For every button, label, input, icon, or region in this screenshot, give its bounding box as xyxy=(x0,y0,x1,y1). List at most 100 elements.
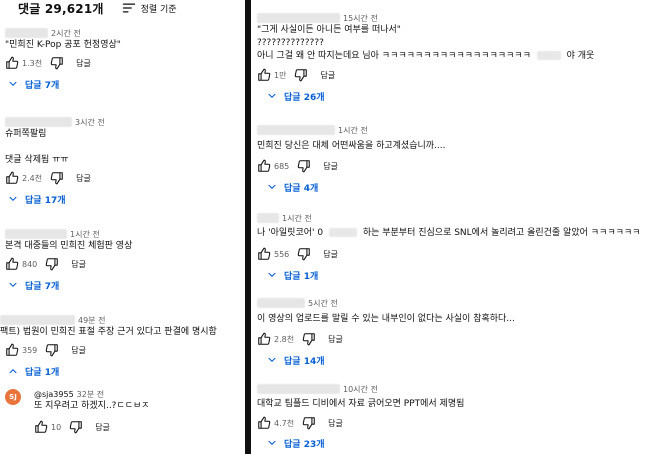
panel-divider xyxy=(245,0,251,454)
replies-count: 답글 23개 xyxy=(284,439,325,450)
comment-count: 댓글 29,621개 xyxy=(18,1,104,16)
author-name-redacted[interactable] xyxy=(5,28,48,38)
comment-item: 10시간 전 대학교 팀플드 디비에서 자료 긁어오면 PPT에서 제명됨 4.… xyxy=(257,383,657,451)
dislike-icon[interactable] xyxy=(50,56,64,70)
chevron-down-icon xyxy=(8,79,18,89)
comment-item: 5시간 전 이 영상의 업로드를 말릴 수 있는 내부인이 없다는 사실이 참혹… xyxy=(257,297,657,368)
view-replies-button[interactable]: 답글 26개 xyxy=(257,88,657,104)
like-icon[interactable] xyxy=(257,68,271,82)
like-count: 359 xyxy=(22,345,38,355)
like-count: 2.4천 xyxy=(22,173,43,183)
like-icon[interactable] xyxy=(5,257,19,271)
view-replies-button[interactable]: 답글 4개 xyxy=(257,179,657,195)
reply-button[interactable]: 답글 xyxy=(320,70,335,81)
comment-time: 3시간 전 xyxy=(75,117,105,127)
hide-replies-button[interactable]: 답글 1개 xyxy=(0,363,244,379)
chevron-down-icon xyxy=(8,280,18,290)
comment-actions: 840 답글 xyxy=(5,255,241,273)
dislike-icon[interactable] xyxy=(45,257,59,271)
comment-item: 15시간 전 "그게 사실이든 아니든 여부를 떠나서" ???????????… xyxy=(257,12,657,104)
comment-meta: @sja3955 32분 전 xyxy=(34,388,244,400)
chevron-down-icon xyxy=(267,438,277,448)
replies-count: 답글 1개 xyxy=(284,271,319,282)
reply-button[interactable]: 답글 xyxy=(71,345,86,356)
like-count: 1만 xyxy=(274,70,287,80)
dislike-icon[interactable] xyxy=(302,416,316,430)
dislike-icon[interactable] xyxy=(50,171,64,185)
author-name-redacted[interactable] xyxy=(257,13,340,23)
reply-button[interactable]: 답글 xyxy=(71,259,86,270)
right-comment-panel: 15시간 전 "그게 사실이든 아니든 여부를 떠나서" ???????????… xyxy=(252,0,658,454)
view-replies-button[interactable]: 답글 23개 xyxy=(257,435,657,451)
comment-actions: 556 답글 xyxy=(257,245,657,263)
author-name-redacted[interactable] xyxy=(257,384,340,394)
comment-time: 2시간 전 xyxy=(51,28,81,38)
comment-actions: 2.8천 답글 xyxy=(257,330,657,348)
like-icon[interactable] xyxy=(257,332,271,346)
comment-text: 이 영상의 업로드를 말릴 수 있는 내부인이 없다는 사실이 참혹하다... xyxy=(257,314,515,324)
reply-button[interactable]: 답글 xyxy=(76,58,91,69)
author-handle[interactable]: @sja3955 xyxy=(34,390,74,399)
like-icon[interactable] xyxy=(34,420,48,434)
redacted-word xyxy=(328,228,357,237)
like-count: 840 xyxy=(22,259,38,269)
comment-item: 2시간 전 "민희진 K-Pop 공포 헌정영상" 1.3천 답글 답글 7개 xyxy=(5,27,241,92)
comment-actions: 685 답글 xyxy=(257,157,657,175)
comment-actions: 359 답글 xyxy=(0,341,244,359)
like-count: 10 xyxy=(51,422,62,432)
view-replies-button[interactable]: 답글 7개 xyxy=(5,277,241,293)
reply-button[interactable]: 답글 xyxy=(328,418,343,429)
avatar[interactable]: SJ xyxy=(5,389,21,405)
comment-meta: 15시간 전 xyxy=(257,12,657,24)
dislike-icon[interactable] xyxy=(294,68,308,82)
comment-text: "그게 사실이든 아니든 여부를 떠나서" xyxy=(257,25,401,35)
chevron-down-icon xyxy=(267,182,277,192)
dislike-icon[interactable] xyxy=(302,332,316,346)
comment-meta: 3시간 전 xyxy=(5,116,241,128)
sort-icon xyxy=(122,3,136,13)
author-name-redacted[interactable] xyxy=(5,229,67,239)
comment-meta: 49분 전 xyxy=(0,314,244,326)
like-count: 556 xyxy=(274,249,290,259)
like-icon[interactable] xyxy=(5,171,19,185)
view-replies-button[interactable]: 답글 7개 xyxy=(5,76,241,92)
reply-button[interactable]: 답글 xyxy=(76,173,91,184)
author-name-redacted[interactable] xyxy=(257,298,305,308)
comment-actions: 1만 답글 xyxy=(257,66,657,84)
comment-text: 아니 그걸 왜 안 따지는데요 님아 ㅋㅋㅋㅋㅋㅋㅋㅋㅋㅋㅋㅋㅋㅋㅋㅋㅋㅋ 야 … xyxy=(257,50,657,63)
author-name-redacted[interactable] xyxy=(0,315,75,325)
comment-text: "민희진 K-Pop 공포 헌정영상" xyxy=(5,40,121,50)
reply-button[interactable]: 답글 xyxy=(95,422,110,433)
chevron-up-icon xyxy=(8,366,18,376)
sort-button[interactable]: 정렬 기준 xyxy=(122,2,177,15)
like-icon[interactable] xyxy=(257,247,271,261)
dislike-icon[interactable] xyxy=(45,343,59,357)
author-name-redacted[interactable] xyxy=(5,117,72,127)
comment-text: 슈퍼쪽팔림 xyxy=(5,129,47,139)
comment-time: 15시간 전 xyxy=(343,13,378,23)
comment-meta: 5시간 전 xyxy=(257,297,657,309)
comment-actions: 10 답글 xyxy=(34,418,244,436)
reply-button[interactable]: 답글 xyxy=(323,249,338,260)
view-replies-button[interactable]: 답글 14개 xyxy=(257,352,657,368)
like-icon[interactable] xyxy=(257,159,271,173)
comment-text: ?????????????? xyxy=(257,38,324,48)
dislike-icon[interactable] xyxy=(297,159,311,173)
like-icon[interactable] xyxy=(257,416,271,430)
author-name-redacted[interactable] xyxy=(257,125,335,135)
comment-meta: 2시간 전 xyxy=(5,27,241,39)
dislike-icon[interactable] xyxy=(69,420,83,434)
reply-button[interactable]: 답글 xyxy=(323,161,338,172)
view-replies-button[interactable]: 답글 17개 xyxy=(5,191,241,207)
replies-count: 답글 7개 xyxy=(25,281,60,292)
author-name-redacted[interactable] xyxy=(257,213,279,223)
comment-text: 대학교 팀플드 디비에서 자료 긁어오면 PPT에서 제명됨 xyxy=(257,399,465,409)
view-replies-button[interactable]: 답글 1개 xyxy=(257,267,657,283)
comment-meta: 10시간 전 xyxy=(257,383,657,395)
comments-header: 댓글 29,621개 정렬 기준 xyxy=(18,0,177,16)
comment-item: 1시간 전 나 '아일릿코어' 0 하는 부분부터 진심으로 SNL에서 놀리려… xyxy=(257,212,657,283)
reply-button[interactable]: 답글 xyxy=(328,334,343,345)
like-icon[interactable] xyxy=(5,56,19,70)
like-icon[interactable] xyxy=(5,343,19,357)
dislike-icon[interactable] xyxy=(297,247,311,261)
